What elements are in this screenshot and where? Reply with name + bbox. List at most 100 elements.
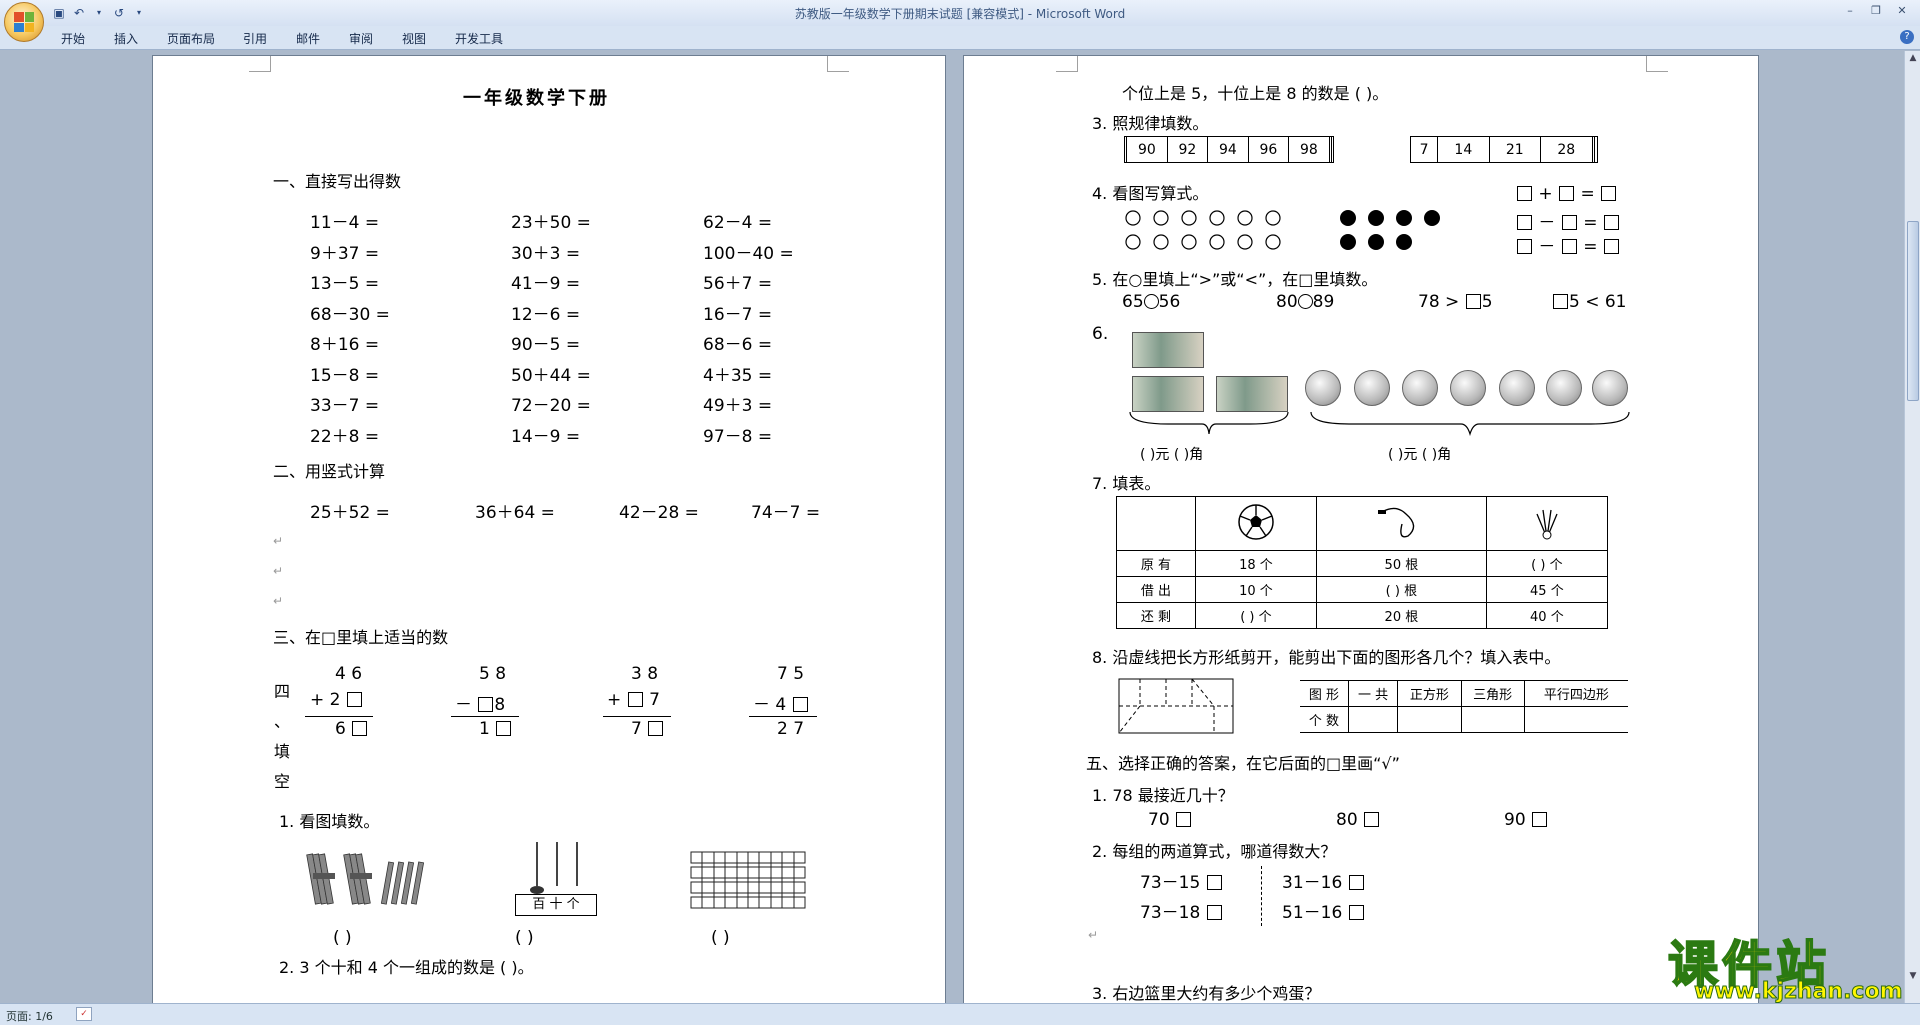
choice-label: 70 <box>1148 810 1170 830</box>
arith-item: 56＋7 = <box>703 274 773 294</box>
banknote-image <box>1216 376 1288 412</box>
answer-box[interactable] <box>1559 186 1575 201</box>
soccer-ball-icon <box>1238 503 1274 540</box>
crop-mark <box>249 56 271 72</box>
shuttlecock-cell <box>1485 496 1609 551</box>
tab-developer[interactable]: 开发工具 <box>455 30 503 47</box>
section-5-question-3: 3. 右边篮里大约有多少个鸡蛋？ <box>1092 984 1321 1003</box>
choice-box[interactable] <box>1206 905 1222 920</box>
watermark-logo: 课件站 www.kjzhan.com <box>1667 925 1904 1005</box>
answer-box[interactable] <box>1561 215 1577 230</box>
puzzle-line: － 8 <box>455 690 505 715</box>
logo-url: www.kjzhan.com <box>1694 979 1904 1005</box>
money-answer[interactable]: ( )元 ( )角 <box>1140 444 1203 464</box>
answer-blank[interactable]: ( ) <box>515 928 534 948</box>
tab-mailings[interactable]: 邮件 <box>296 30 320 47</box>
table-cell[interactable]: ( ) 个 <box>1485 550 1609 577</box>
help-icon[interactable]: ? <box>1900 30 1914 44</box>
title-bar: ▣ ↶ ▾ ↺ ▾ 苏教版一年级数学下册期末试题 [兼容模式] - Micros… <box>0 0 1920 26</box>
close-icon[interactable]: ✕ <box>1890 2 1914 19</box>
puzzle-rule <box>451 716 519 717</box>
choice-box[interactable] <box>1532 812 1548 827</box>
compare-item: 78 > 5 <box>1418 292 1493 312</box>
hollow-circles-image <box>1125 210 1281 250</box>
section-4-char: 填 <box>274 742 291 761</box>
scroll-down-icon[interactable]: ▼ <box>1908 971 1918 981</box>
proofing-icon[interactable]: ✓ <box>76 1007 92 1021</box>
crop-mark <box>827 56 849 72</box>
tab-review[interactable]: 审阅 <box>349 30 373 47</box>
table-cell[interactable]: ( ) 根 <box>1316 576 1487 603</box>
choice-box[interactable] <box>1364 812 1380 827</box>
vertical-scrollbar[interactable]: ▲ ▼ <box>1904 51 1920 1003</box>
arith-item: 15－8 = <box>310 366 380 386</box>
equation-op: = <box>1583 237 1598 257</box>
answer-box[interactable] <box>352 721 368 736</box>
puzzle-line: 2 7 <box>777 719 805 739</box>
money-answer[interactable]: ( )元 ( )角 <box>1388 444 1451 464</box>
compare-item: 80 89 <box>1276 292 1334 312</box>
arith-item: 8＋16 = <box>310 335 380 355</box>
answer-box[interactable] <box>346 692 362 707</box>
table-cell[interactable] <box>1460 706 1525 733</box>
answer-box[interactable] <box>1603 215 1619 230</box>
compare-circle[interactable] <box>1297 294 1313 309</box>
rope-cell <box>1316 496 1487 551</box>
table-cell[interactable] <box>1397 706 1462 733</box>
document-area[interactable]: 一年级数学下册 一、直接写出得数 11－4 = 23＋50 = 62－4 = 9… <box>0 51 1904 1003</box>
document-page-1[interactable]: 一年级数学下册 一、直接写出得数 11－4 = 23＋50 = 62－4 = 9… <box>152 55 946 1003</box>
office-logo-icon <box>14 12 34 32</box>
sequence-table-1: 90 92 94 96 98 <box>1123 136 1335 163</box>
answer-box[interactable] <box>1517 239 1532 254</box>
equation-op: + <box>1538 184 1553 204</box>
answer-blank[interactable]: ( ) <box>711 928 730 948</box>
answer-blank[interactable]: ( ) <box>333 928 352 948</box>
tab-home[interactable]: 开始 <box>61 30 85 47</box>
scrollbar-thumb[interactable] <box>1907 221 1919 401</box>
tab-references[interactable]: 引用 <box>243 30 267 47</box>
answer-box[interactable] <box>792 697 808 712</box>
answer-box[interactable] <box>1603 239 1619 254</box>
minimize-icon[interactable]: – <box>1838 2 1862 19</box>
compare-num: 65 <box>1122 292 1144 312</box>
table-cell[interactable]: ( ) 个 <box>1194 602 1318 629</box>
arith-item: 90－5 = <box>511 335 581 355</box>
table-header: 平行四边形 <box>1523 680 1628 707</box>
seq-cell[interactable] <box>1330 136 1335 163</box>
tab-page-layout[interactable]: 页面布局 <box>167 30 215 47</box>
question-4: 4. 看图写算式。 <box>1092 184 1209 203</box>
choice-box[interactable] <box>1348 905 1364 920</box>
table-cell: 40 个 <box>1485 602 1609 629</box>
choice-box[interactable] <box>1348 875 1364 890</box>
answer-box[interactable] <box>1517 186 1532 201</box>
answer-box[interactable] <box>1561 239 1577 254</box>
answer-box[interactable] <box>478 697 494 712</box>
choice-label: 80 <box>1336 810 1358 830</box>
answer-box[interactable] <box>627 692 643 707</box>
scroll-up-icon[interactable]: ▲ <box>1908 53 1918 63</box>
puzzle-text: 7 <box>649 690 660 710</box>
office-button[interactable] <box>4 2 44 42</box>
choice-label: 90 <box>1504 810 1526 830</box>
choice-option: 73－18 <box>1140 898 1223 923</box>
document-page-2[interactable]: 个位上是 5，十位上是 8 的数是 ( )。 3. 照规律填数。 90 92 9… <box>963 55 1759 1003</box>
answer-box[interactable] <box>496 721 512 736</box>
answer-box[interactable] <box>1517 215 1532 230</box>
seq-cell[interactable] <box>1594 136 1598 163</box>
table-cell[interactable] <box>1347 706 1399 733</box>
tab-view[interactable]: 视图 <box>402 30 426 47</box>
section-2-heading: 二、用竖式计算 <box>273 462 386 481</box>
page-indicator[interactable]: 页面: 1/6 <box>6 1008 53 1024</box>
answer-box[interactable] <box>1601 186 1617 201</box>
table-cell[interactable] <box>1523 706 1628 733</box>
tab-insert[interactable]: 插入 <box>114 30 138 47</box>
section-4-char: 、 <box>274 712 291 731</box>
answer-box[interactable] <box>1465 294 1481 309</box>
restore-icon[interactable]: ❐ <box>1864 2 1888 19</box>
compare-circle[interactable] <box>1143 294 1159 309</box>
choice-box[interactable] <box>1206 875 1222 890</box>
choice-box[interactable] <box>1176 812 1192 827</box>
filled-circles-image <box>1340 210 1440 250</box>
answer-box[interactable] <box>1553 294 1568 309</box>
answer-box[interactable] <box>648 721 664 736</box>
